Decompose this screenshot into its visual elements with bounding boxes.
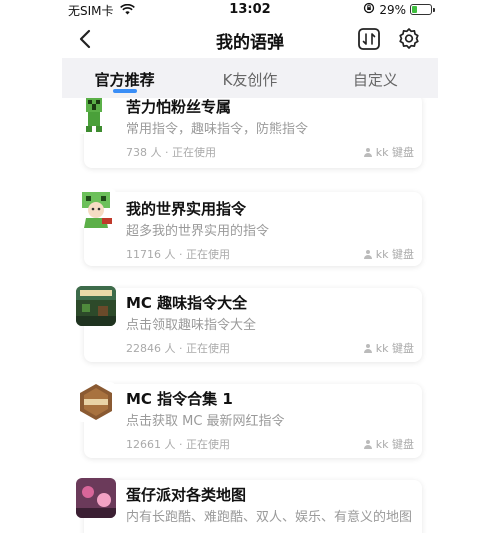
list-item[interactable]: MC 指令合集 1 点击获取 MC 最新网红指令 12661 人 · 正在使用 … — [76, 382, 422, 458]
settings-button[interactable] — [396, 26, 422, 52]
minecraft-badge-icon — [76, 382, 116, 422]
card-source-label: kk 键盘 — [375, 342, 414, 355]
card-title: MC 指令合集 1 — [126, 390, 233, 408]
nav-bar: 我的语弹 — [62, 20, 438, 58]
list-item[interactable]: 苦力怕粉丝专属 常用指令，趣味指令，防熊指令 738 人 · 正在使用 kk 键… — [76, 98, 422, 168]
user-icon — [363, 344, 372, 353]
tab-custom[interactable]: 自定义 — [313, 58, 438, 98]
card-description: 常用指令，趣味指令，防熊指令 — [126, 122, 309, 137]
tab-active-indicator — [112, 89, 137, 93]
card-source: kk 键盘 — [363, 246, 414, 262]
card-description: 点击获取 MC 最新网红指令 — [126, 414, 285, 429]
card-title: 苦力怕粉丝专属 — [126, 98, 232, 116]
list-item[interactable]: 蛋仔派对各类地图 内有长跑酷、难跑酷、双人、娱乐、有意义的地图 — [76, 478, 422, 533]
card-user-count: 22846 人 · 正在使用 — [126, 342, 230, 355]
status-right: 29% — [363, 2, 435, 17]
status-bar: 无SIM卡 13:02 29% — [0, 0, 500, 18]
user-icon — [363, 250, 372, 259]
user-icon — [363, 440, 372, 449]
card-title: 蛋仔派对各类地图 — [126, 486, 247, 504]
card-source: kk 键盘 — [363, 144, 414, 160]
tab-official[interactable]: 官方推荐 — [62, 58, 187, 98]
minecraft-world-icon — [76, 286, 116, 326]
card-source-label: kk 键盘 — [375, 438, 414, 451]
command-pack-list: 苦力怕粉丝专属 常用指令，趣味指令，防熊指令 738 人 · 正在使用 kk 键… — [62, 98, 438, 533]
tab-label: 自定义 — [352, 71, 398, 89]
tab-bar: 官方推荐 K友创作 自定义 — [62, 58, 438, 98]
card-description: 点击领取趣味指令大全 — [126, 318, 257, 333]
rotation-lock-icon — [363, 2, 375, 17]
card-description: 超多我的世界实用的指令 — [126, 224, 270, 239]
user-icon — [363, 148, 372, 157]
battery-percent: 29% — [379, 2, 406, 17]
card-source-label: kk 键盘 — [375, 146, 414, 159]
card-user-count: 738 人 · 正在使用 — [126, 146, 216, 159]
tab-label: K友创作 — [222, 71, 278, 89]
battery-fill — [412, 6, 417, 13]
list-item[interactable]: 我的世界实用指令 超多我的世界实用的指令 11716 人 · 正在使用 kk 键… — [76, 188, 422, 266]
eggy-party-icon — [76, 478, 116, 518]
battery-icon — [410, 4, 435, 15]
card-title: MC 趣味指令大全 — [126, 294, 248, 312]
creeper-girl-icon — [76, 188, 116, 228]
settings-icon — [399, 28, 419, 49]
sort-icon — [358, 28, 380, 50]
card-source-label: kk 键盘 — [375, 248, 414, 261]
card-source: kk 键盘 — [363, 340, 414, 356]
card-title: 我的世界实用指令 — [126, 200, 247, 218]
tab-label: 官方推荐 — [94, 71, 155, 89]
card-source: kk 键盘 — [363, 436, 414, 452]
card-description: 内有长跑酷、难跑酷、双人、娱乐、有意义的地图 — [126, 510, 413, 525]
sort-button[interactable] — [356, 26, 382, 52]
tab-community[interactable]: K友创作 — [187, 58, 312, 98]
list-item[interactable]: MC 趣味指令大全 点击领取趣味指令大全 22846 人 · 正在使用 kk 键… — [76, 286, 422, 362]
creeper-icon — [76, 98, 116, 134]
card-user-count: 12661 人 · 正在使用 — [126, 438, 230, 451]
card-user-count: 11716 人 · 正在使用 — [126, 248, 230, 261]
